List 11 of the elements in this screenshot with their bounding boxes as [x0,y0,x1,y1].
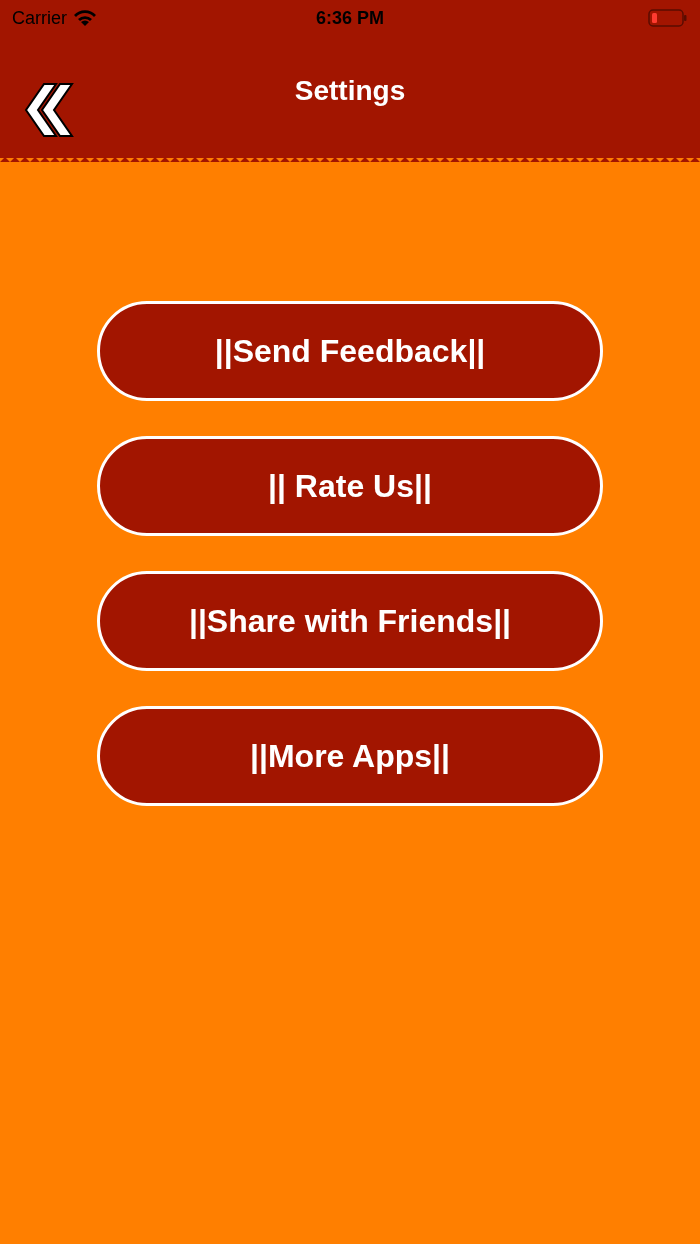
back-button[interactable] [24,82,74,138]
battery-icon [648,9,688,27]
double-chevron-left-icon [24,82,74,138]
time-label: 6:36 PM [316,6,384,30]
wifi-icon [73,9,97,27]
carrier-label: Carrier [12,6,67,30]
menu-button[interactable]: || Rate Us|| [97,436,603,536]
menu-button[interactable]: ||Send Feedback|| [97,301,603,401]
page-title: Settings [294,74,406,108]
menu-button[interactable]: ||Share with Friends|| [97,571,603,671]
menu-button[interactable]: ||More Apps|| [97,706,603,806]
